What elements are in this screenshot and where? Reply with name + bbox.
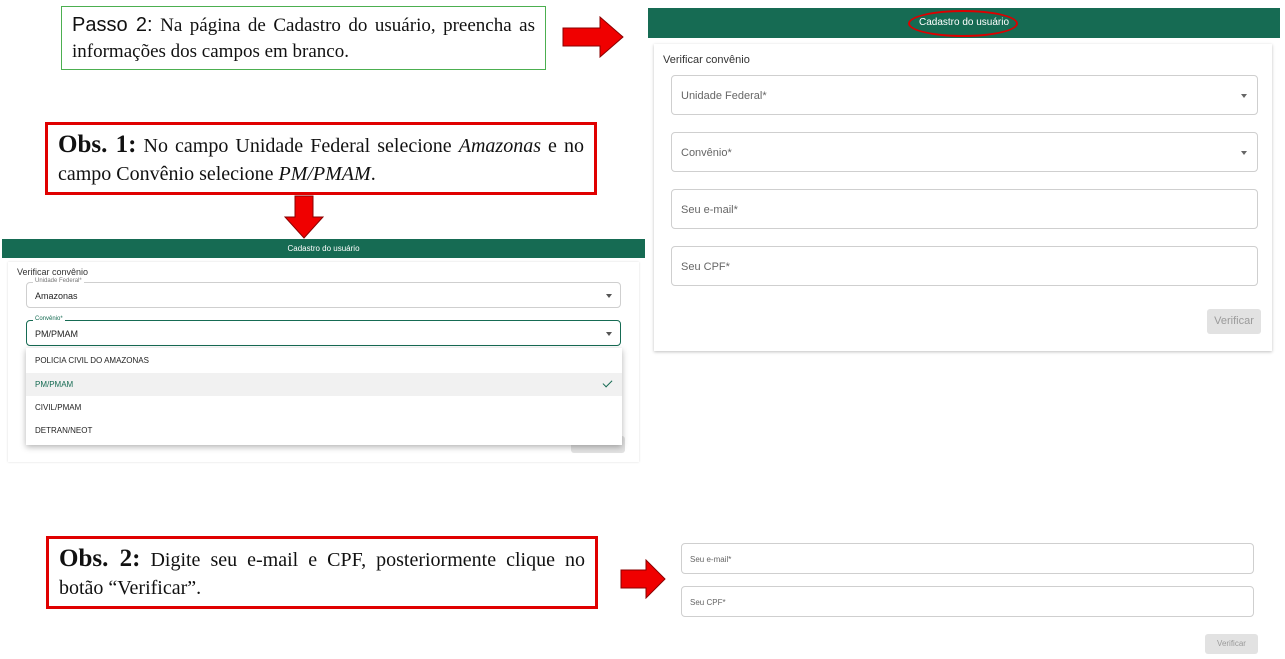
cpf-field-label: Seu CPF* (681, 261, 730, 273)
obs2-title: Obs. 2: (59, 545, 141, 572)
convenio-select-filled[interactable]: Convênio* PM/PMAM (26, 316, 621, 346)
email-field[interactable]: Seu e-mail* (671, 189, 1258, 229)
left-appbar-title: Cadastro do usuário (287, 244, 360, 253)
email-field-bottom[interactable]: Seu e-mail* (681, 543, 1254, 574)
chevron-down-icon (1241, 94, 1247, 98)
uf-floating-label: Unidade Federal* (33, 278, 84, 284)
obs2-note: Obs. 2: Digite seu e-mail e CPF, posteri… (46, 536, 598, 609)
obs1-text-1: No campo Unidade Federal selecione (136, 135, 459, 157)
step-instruction: Passo 2: Na página de Cadastro do usuári… (61, 6, 546, 70)
convenio-value: PM/PMAM (35, 329, 79, 339)
cpf-field-bottom[interactable]: Seu CPF* (681, 586, 1254, 617)
highlight-ellipse (908, 10, 1018, 37)
obs1-note: Obs. 1: No campo Unidade Federal selecio… (45, 122, 597, 195)
right-section-title: Verificar convênio (663, 54, 750, 66)
cpf-field-bottom-label: Seu CPF* (690, 598, 726, 607)
arrow-right-icon (562, 16, 624, 58)
convenio-select[interactable]: Convênio* (671, 132, 1258, 172)
email-field-bottom-label: Seu e-mail* (690, 555, 732, 564)
right-form-card: Verificar convênio Unidade Federal* Conv… (654, 44, 1272, 351)
obs1-italic-2: PM/PMAM (278, 163, 371, 185)
dropdown-option[interactable]: CIVIL/PMAM (26, 396, 622, 419)
selected-option-label: PM/PMAM (35, 380, 74, 389)
step-lead: Passo 2: (72, 14, 153, 36)
chevron-down-icon (606, 332, 612, 336)
arrow-right-icon (620, 559, 666, 599)
convenio-dropdown: POLICIA CIVIL DO AMAZONAS PM/PMAM CIVIL/… (26, 348, 622, 445)
uf-value: Amazonas (35, 291, 78, 301)
obs1-text-3: . (370, 163, 376, 185)
dropdown-option-selected[interactable]: PM/PMAM (26, 373, 622, 396)
verify-button-bottom[interactable]: Verificar (1205, 634, 1258, 654)
chevron-down-icon (606, 294, 612, 298)
convenio-select-label: Convênio* (681, 147, 732, 159)
left-appbar: Cadastro do usuário (2, 239, 645, 258)
dropdown-option[interactable]: DETRAN/NEOT (26, 419, 622, 442)
left-section-title: Verificar convênio (17, 267, 89, 277)
check-icon (602, 377, 613, 388)
uf-select-label: Unidade Federal* (681, 90, 767, 102)
chevron-down-icon (1241, 151, 1247, 155)
obs1-title: Obs. 1: (58, 131, 137, 158)
verify-button[interactable]: Verificar (1207, 309, 1261, 334)
dropdown-option[interactable]: POLICIA CIVIL DO AMAZONAS (26, 349, 622, 372)
arrow-down-icon (284, 195, 324, 239)
obs1-italic-1: Amazonas (458, 135, 541, 157)
uf-select-filled[interactable]: Unidade Federal* Amazonas (26, 278, 621, 308)
email-field-label: Seu e-mail* (681, 204, 738, 216)
convenio-floating-label: Convênio* (33, 316, 65, 322)
cpf-field[interactable]: Seu CPF* (671, 246, 1258, 286)
uf-select[interactable]: Unidade Federal* (671, 75, 1258, 115)
